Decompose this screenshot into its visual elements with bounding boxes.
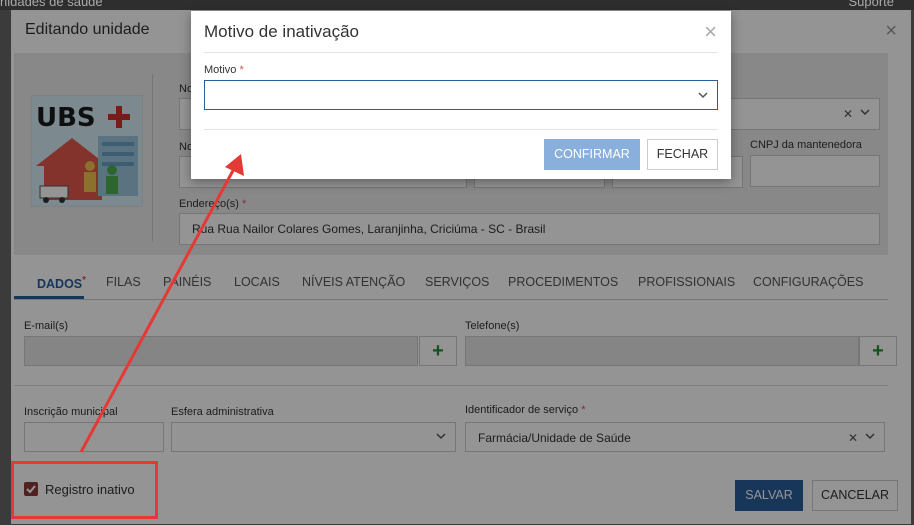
background-title: nidades de saúde [0,0,103,9]
modal-footer-divider [204,129,718,130]
inactivation-modal-title: Motivo de inativação [204,22,359,41]
reason-select[interactable] [204,80,718,110]
reason-label: Motivo [204,64,237,76]
background-topbar: nidades de saúde Suporte [0,0,914,10]
inactivation-modal-close-icon[interactable]: × [704,21,717,43]
inactivation-reason-modal: Motivo de inativação × Motivo * CONFIRMA… [191,11,731,179]
reason-label-wrap: Motivo * [204,64,244,76]
support-link[interactable]: Suporte [848,0,894,9]
confirm-button[interactable]: CONFIRMAR [544,139,640,170]
modal-header-divider [204,52,718,53]
required-mark: * [239,64,244,76]
annotation-highlight-box [11,461,158,519]
close-button[interactable]: FECHAR [647,139,718,170]
chevron-down-icon [698,92,708,99]
